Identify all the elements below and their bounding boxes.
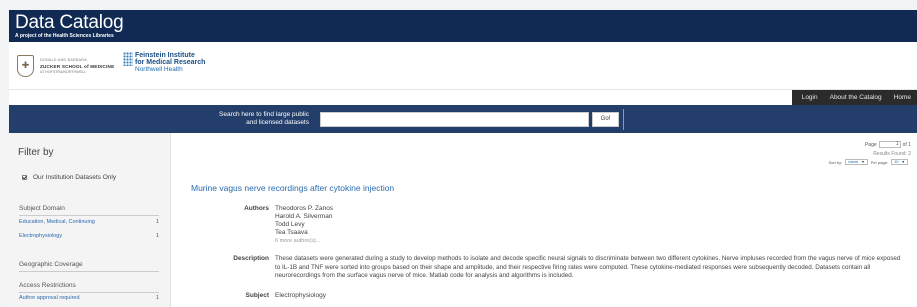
filter-title: Filter by [18,147,54,158]
nav-login[interactable]: Login [802,94,818,101]
sort-select-value: name [848,159,859,164]
institution-filter-label: Our Institution Datasets Only [33,174,117,181]
access-item[interactable]: Author approval required 1 [19,295,159,301]
pager: Page 1 of 1 [865,141,911,148]
result-title-link[interactable]: Murine vagus nerve recordings after cyto… [191,183,394,193]
checkbox-checked-icon[interactable] [22,175,27,180]
caret-down-icon: ▼ [861,160,865,164]
subject-domain-heading: Subject Domain [19,205,159,216]
logo-bar: ✚ DONALD AND BARBARA ZUCKER SCHOOL of ME… [9,42,917,90]
go-button[interactable]: Go! [592,112,619,127]
search-label: Search here to find large public and lic… [199,111,309,127]
access-item-count: 1 [155,295,159,301]
zucker-seal-icon: ✚ [17,55,34,77]
sort-controls: Sort by: name ▼ Per page: 10 ▼ [828,159,911,165]
per-page-select-value: 10 [894,159,899,164]
site-subtitle: A project of the Health Sciences Librari… [15,33,114,39]
feinstein-line-2: for Medical Research [135,59,206,66]
access-item-label[interactable]: Author approval required [19,295,80,301]
institution-filter-checkbox[interactable]: Our Institution Datasets Only [22,174,116,181]
feinstein-logo[interactable]: Feinstein Institute for Medical Research… [123,52,205,73]
zucker-line-2: ZUCKER SCHOOL of MEDICINE [40,63,115,69]
top-nav: Login About the Catalog Home [791,90,917,105]
page: Data Catalog A project of the Health Sci… [9,10,917,307]
nav-home[interactable]: Home [894,94,911,101]
site-header: Data Catalog A project of the Health Sci… [9,10,917,42]
subject-label: Subject [245,292,269,299]
feinstein-line-3: Northwell Health [135,66,183,73]
search-bar: Search here to find large public and lic… [9,105,917,133]
subject-item-label[interactable]: Education, Medical, Continuing [19,219,95,225]
nav-about[interactable]: About the Catalog [830,94,882,101]
more-authors-link[interactable]: 6 more author(s)... [275,237,320,245]
subject-item[interactable]: Education, Medical, Continuing 1 [19,219,159,225]
subject-item-count: 1 [155,233,159,239]
zucker-line-3: AT HOFSTRA/NORTHWELL [40,69,86,74]
description-text: These datasets were generated during a s… [275,255,901,279]
search-label-line-2: and licensed datasets [246,119,309,126]
page-label: Page [864,141,877,148]
sort-label: Sort by: [828,159,843,165]
zucker-line-1: DONALD AND BARBARA [40,57,87,62]
caret-down-icon: ▼ [901,160,905,164]
search-input[interactable] [320,112,589,127]
search-label-line-1: Search here to find large public [219,111,309,118]
sort-select[interactable]: name ▼ [845,159,868,165]
per-page-label: Per page: [870,159,889,165]
author-name: Tea Tsaava [275,229,308,236]
author-name: Harold A. Silverman [275,213,333,220]
subject-item-label[interactable]: Electrophysiology [19,233,62,239]
author-name: Todd Levy [275,221,305,228]
geographic-coverage-heading: Geographic Coverage [19,261,159,272]
filter-sidebar: Filter by Our Institution Datasets Only … [9,133,171,307]
page-of-label: of 1 [902,141,911,148]
author-name: Theodoros P. Zanos [275,205,334,212]
zucker-logo[interactable]: ✚ DONALD AND BARBARA ZUCKER SCHOOL of ME… [17,55,114,77]
subject-value: Electrophysiology [275,292,326,299]
description-label: Description [233,255,269,262]
feinstein-line-1: Feinstein Institute [135,52,195,59]
authors-label: Authors [244,205,269,212]
feinstein-dots-icon [123,52,133,66]
results-count: Results Found: 2 [873,151,911,157]
access-restrictions-heading: Access Restrictions [19,282,159,293]
site-title[interactable]: Data Catalog [15,13,911,32]
subject-item[interactable]: Electrophysiology 1 [19,233,159,239]
per-page-select[interactable]: 10 ▼ [891,159,908,165]
search-divider [623,109,624,130]
page-number-input[interactable]: 1 [878,141,901,148]
subject-item-count: 1 [155,219,159,225]
